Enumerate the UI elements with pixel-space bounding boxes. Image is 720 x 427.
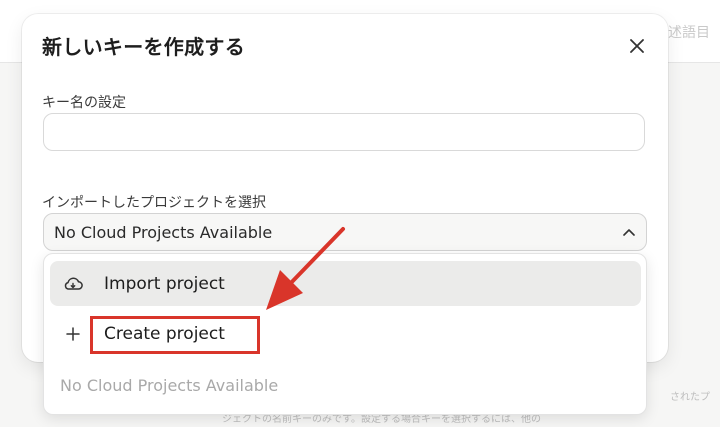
empty-state-text: No Cloud Projects Available xyxy=(60,376,279,395)
modal-title: 新しいキーを作成する xyxy=(42,35,245,59)
close-button[interactable] xyxy=(623,32,651,60)
menu-item-label: Import project xyxy=(104,273,225,294)
menu-item-create-project[interactable]: Create project xyxy=(50,311,641,356)
menu-item-import-project[interactable]: Import project xyxy=(50,261,641,306)
key-name-label: キー名の設定 xyxy=(42,95,126,111)
background-text: されたプ xyxy=(670,392,710,403)
project-select-value: No Cloud Projects Available xyxy=(54,222,273,242)
chevron-up-icon xyxy=(622,225,636,239)
project-select[interactable]: No Cloud Projects Available xyxy=(43,213,647,251)
cloud-icon xyxy=(62,273,84,295)
menu-item-label: Create project xyxy=(104,323,225,344)
project-dropdown-menu: Import project Create project No Cloud P… xyxy=(43,253,647,415)
close-icon xyxy=(630,39,644,53)
plus-icon xyxy=(62,323,84,345)
background-header-text: 述語目 xyxy=(668,25,710,41)
project-select-label: インポートしたプロジェクトを選択 xyxy=(42,195,266,211)
key-name-input[interactable] xyxy=(43,113,645,151)
